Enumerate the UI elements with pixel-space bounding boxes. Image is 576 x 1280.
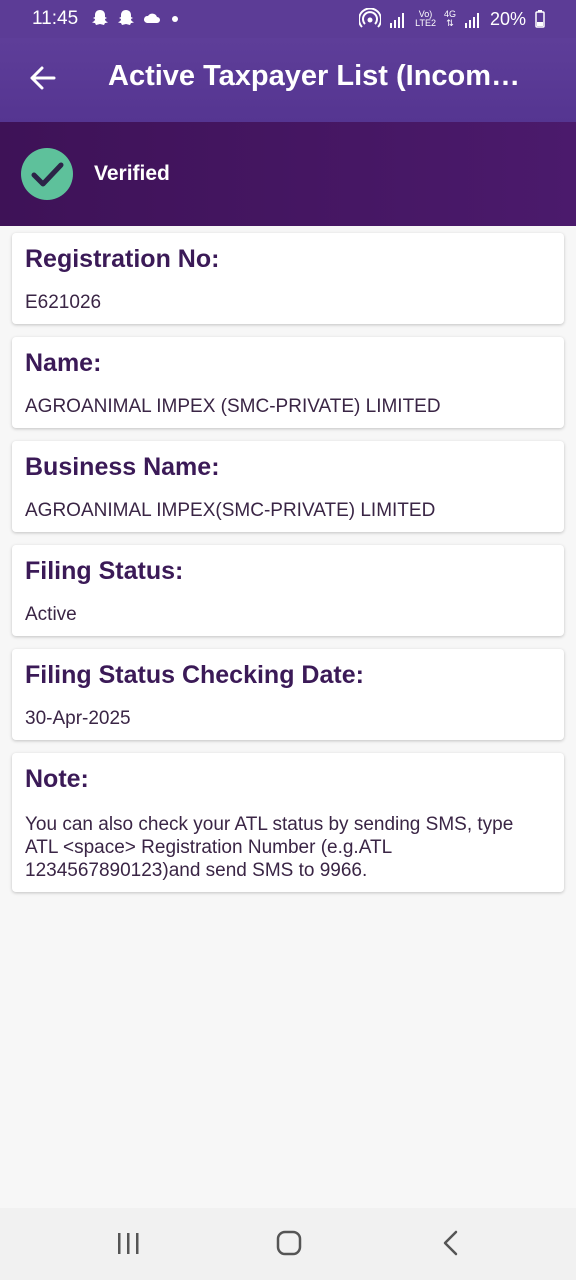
card-heading: Note: <box>25 765 89 793</box>
card-heading: Filing Status: <box>25 557 184 585</box>
card-heading: Name: <box>25 349 102 377</box>
battery-percent: 20% <box>489 8 526 29</box>
note-text: You can also check your ATL status by se… <box>25 814 514 881</box>
name-card: Name: AGROANIMAL IMPEX (SMC-PRIVATE) LIM… <box>12 337 564 428</box>
status-right-icons: Vo) LTE2 4G ⇅ 20% <box>359 8 546 30</box>
app-bar: Active Taxpayer List (Income Tax) <box>0 38 576 122</box>
network-indicator: 4G ⇅ <box>444 10 456 28</box>
business-name-card: Business Name: AGROANIMAL IMPEX(SMC-PRIV… <box>12 441 564 532</box>
filing-date-card: Filing Status Checking Date: 30-Apr-2025 <box>12 649 564 740</box>
data-arrows-icon: ⇅ <box>446 18 454 28</box>
check-circle-icon <box>21 148 73 200</box>
note-card: Note: You can also check your ATL status… <box>12 753 564 892</box>
card-heading: Business Name: <box>25 453 220 481</box>
card-value: AGROANIMAL IMPEX(SMC-PRIVATE) LIMITED <box>25 500 436 521</box>
status-time: 11:45 <box>32 8 79 29</box>
status-bar: 11:45 Vo) LTE2 4G ⇅ 20% <box>0 0 576 38</box>
lte-label: LTE2 <box>415 18 436 28</box>
battery-charging-icon <box>535 10 545 28</box>
card-value: Active <box>25 604 77 625</box>
home-icon[interactable] <box>269 1228 309 1260</box>
volte-indicator: Vo) LTE2 <box>415 10 436 28</box>
signal-icon <box>464 13 479 28</box>
recent-apps-icon[interactable] <box>108 1228 148 1260</box>
snapchat-icon <box>92 10 108 25</box>
page-title: Active Taxpayer List (Income Tax) <box>108 60 528 92</box>
card-value: 30-Apr-2025 <box>25 708 131 729</box>
card-value: AGROANIMAL IMPEX (SMC-PRIVATE) LIMITED <box>25 396 441 417</box>
card-heading: Registration No: <box>25 245 220 273</box>
registration-card: Registration No: E621026 <box>12 233 564 324</box>
notification-icons <box>90 8 182 28</box>
card-heading: Filing Status Checking Date: <box>25 661 364 689</box>
signal-icon <box>390 13 405 28</box>
hotspot-icon <box>359 8 382 28</box>
cloud-icon <box>143 13 160 23</box>
filing-status-card: Filing Status: Active <box>12 545 564 636</box>
verified-banner: Verified <box>0 122 576 226</box>
snapchat-icon <box>118 10 134 25</box>
card-value: E621026 <box>25 292 102 313</box>
system-nav-bar <box>0 1208 576 1280</box>
back-arrow-icon[interactable] <box>26 60 58 96</box>
dot-icon <box>172 16 178 22</box>
verified-label: Verified <box>94 162 170 185</box>
back-icon[interactable] <box>430 1228 470 1260</box>
